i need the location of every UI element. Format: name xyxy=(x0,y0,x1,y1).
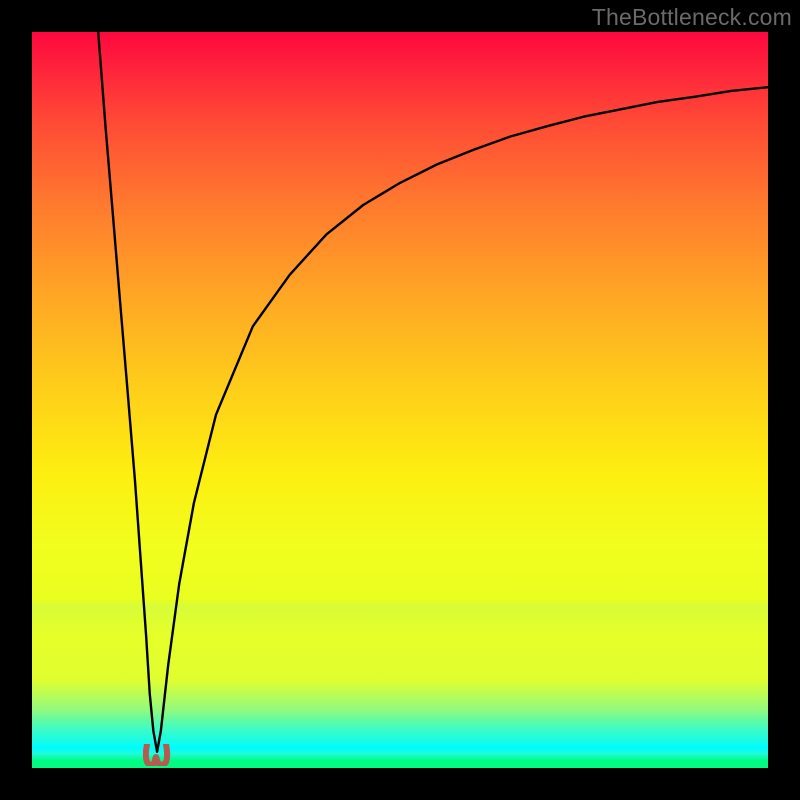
watermark-label: TheBottleneck.com xyxy=(592,4,792,31)
bottleneck-curve xyxy=(32,32,768,768)
notch-marker-icon xyxy=(143,744,171,766)
plot-area xyxy=(32,32,768,768)
chart-frame: TheBottleneck.com xyxy=(0,0,800,800)
